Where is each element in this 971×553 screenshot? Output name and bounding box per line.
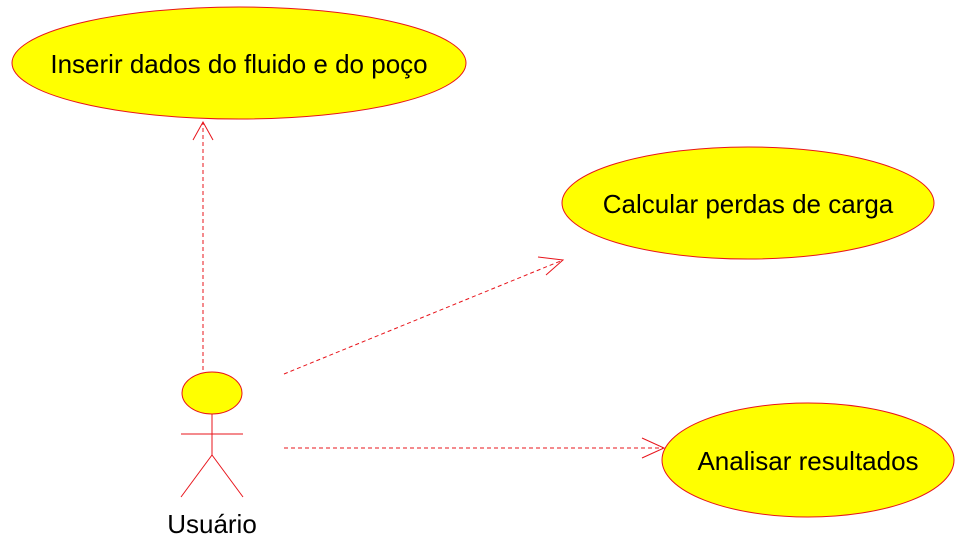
relation-actor-to-insert-data <box>192 120 214 370</box>
use-case-insert-data-label: Inserir dados do fluido e do poço <box>50 49 427 79</box>
relation-actor-to-analyze <box>284 437 666 459</box>
actor-right-leg <box>211 454 244 498</box>
actor-head <box>181 371 243 415</box>
use-case-calculate-losses[interactable]: Calcular perdas de carga <box>561 146 935 260</box>
use-case-insert-data[interactable]: Inserir dados do fluido e do poço <box>11 6 467 120</box>
actor-label: Usuário <box>167 509 257 539</box>
use-case-analyze-results[interactable]: Analisar resultados <box>661 402 955 518</box>
actor-left-leg <box>180 454 213 498</box>
actor-user[interactable]: Usuário <box>167 371 257 539</box>
use-case-diagram: Inserir dados do fluido e do poço Calcul… <box>11 6 955 539</box>
use-case-analyze-results-label: Analisar resultados <box>697 446 918 476</box>
relation-actor-to-calculate <box>283 256 565 375</box>
use-case-calculate-losses-label: Calcular perdas de carga <box>603 189 894 219</box>
